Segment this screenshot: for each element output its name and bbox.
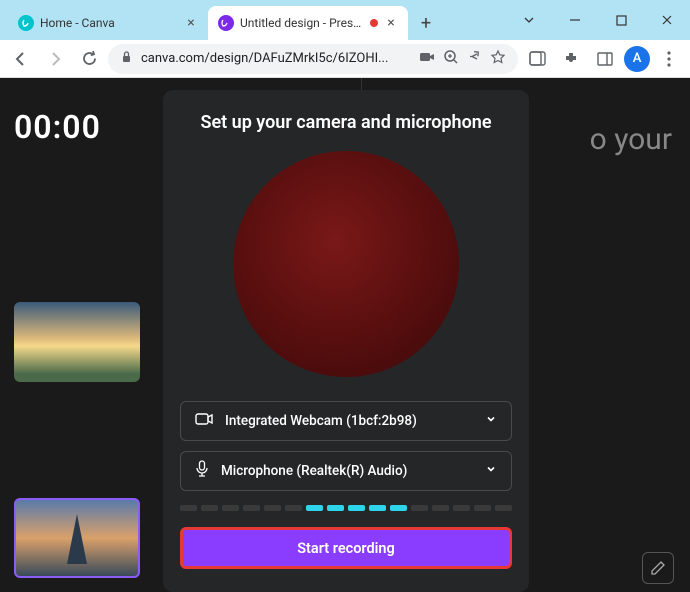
- reload-button[interactable]: [74, 44, 104, 74]
- recording-timer: 00:00: [14, 108, 101, 146]
- microphone-select[interactable]: Microphone (Realtek(R) Audio): [180, 451, 512, 491]
- panel-icon[interactable]: [522, 44, 552, 74]
- meter-segment: [180, 505, 197, 511]
- back-button[interactable]: [6, 44, 36, 74]
- camera-select-label: Integrated Webcam (1bcf:2b98): [225, 413, 417, 429]
- recording-indicator-icon: [370, 19, 378, 27]
- start-recording-label: Start recording: [297, 540, 395, 557]
- background-slide-text: o your: [590, 122, 672, 157]
- video-icon[interactable]: [419, 51, 435, 67]
- minimize-button[interactable]: [552, 4, 598, 36]
- tab-untitled-design[interactable]: Untitled design - Presen ×: [208, 6, 408, 40]
- microphone-icon: [195, 460, 209, 482]
- avatar-letter: A: [633, 51, 642, 66]
- close-icon[interactable]: ×: [384, 16, 398, 30]
- meter-segment: [411, 505, 428, 511]
- menu-icon[interactable]: [654, 44, 684, 74]
- meter-segment: [432, 505, 449, 511]
- edit-button[interactable]: [642, 552, 674, 584]
- chevron-down-icon: [485, 463, 497, 479]
- browser-tabs: Home - Canva × Untitled design - Presen …: [8, 6, 440, 40]
- tab-title: Home - Canva: [40, 16, 178, 30]
- meter-segment: [327, 505, 344, 511]
- browser-toolbar: canva.com/design/DAFuZMrkI5c/6IZOHI... A: [0, 40, 690, 78]
- camera-select[interactable]: Integrated Webcam (1bcf:2b98): [180, 401, 512, 441]
- zoom-icon[interactable]: [443, 49, 459, 69]
- microphone-select-label: Microphone (Realtek(R) Audio): [221, 463, 407, 479]
- tab-home-canva[interactable]: Home - Canva ×: [8, 6, 208, 40]
- camera-icon: [195, 412, 213, 430]
- chevron-down-icon: [485, 413, 497, 429]
- maximize-button[interactable]: [598, 4, 644, 36]
- meter-segment: [348, 505, 365, 511]
- slide-thumbnail-2[interactable]: [14, 498, 140, 578]
- meter-segment: [306, 505, 323, 511]
- close-window-button[interactable]: [644, 4, 690, 36]
- star-icon[interactable]: [490, 49, 506, 69]
- extensions-icon[interactable]: [556, 44, 586, 74]
- window-controls: [506, 0, 690, 40]
- url-text: canva.com/design/DAFuZMrkI5c/6IZOHI...: [141, 51, 411, 66]
- profile-avatar[interactable]: A: [624, 46, 650, 72]
- meter-segment: [243, 505, 260, 511]
- meter-segment: [495, 505, 512, 511]
- start-recording-button[interactable]: Start recording: [180, 527, 512, 569]
- close-icon[interactable]: ×: [184, 16, 198, 30]
- canva-favicon-icon: [218, 15, 234, 31]
- side-panel-icon[interactable]: [590, 44, 620, 74]
- meter-segment: [453, 505, 470, 511]
- modal-title: Set up your camera and microphone: [200, 112, 491, 133]
- tab-title: Untitled design - Presen: [240, 16, 364, 30]
- canva-content-area: 00:00 o your Set up your camera and micr…: [0, 78, 690, 592]
- share-icon[interactable]: [467, 49, 482, 68]
- titlebar: Home - Canva × Untitled design - Presen …: [0, 0, 690, 40]
- audio-level-meter: [180, 505, 512, 513]
- forward-button[interactable]: [40, 44, 70, 74]
- slide-thumbnail-1[interactable]: [14, 302, 140, 382]
- canva-favicon-icon: [18, 15, 34, 31]
- lock-icon: [120, 50, 133, 67]
- meter-segment: [264, 505, 281, 511]
- meter-segment: [390, 505, 407, 511]
- address-bar[interactable]: canva.com/design/DAFuZMrkI5c/6IZOHI...: [108, 44, 518, 74]
- meter-segment: [474, 505, 491, 511]
- new-tab-button[interactable]: +: [412, 9, 440, 37]
- meter-segment: [369, 505, 386, 511]
- camera-preview: [233, 151, 459, 377]
- camera-setup-modal: Set up your camera and microphone Integr…: [163, 90, 529, 592]
- meter-segment: [285, 505, 302, 511]
- chevron-down-icon[interactable]: [506, 4, 552, 36]
- meter-segment: [201, 505, 218, 511]
- meter-segment: [222, 505, 239, 511]
